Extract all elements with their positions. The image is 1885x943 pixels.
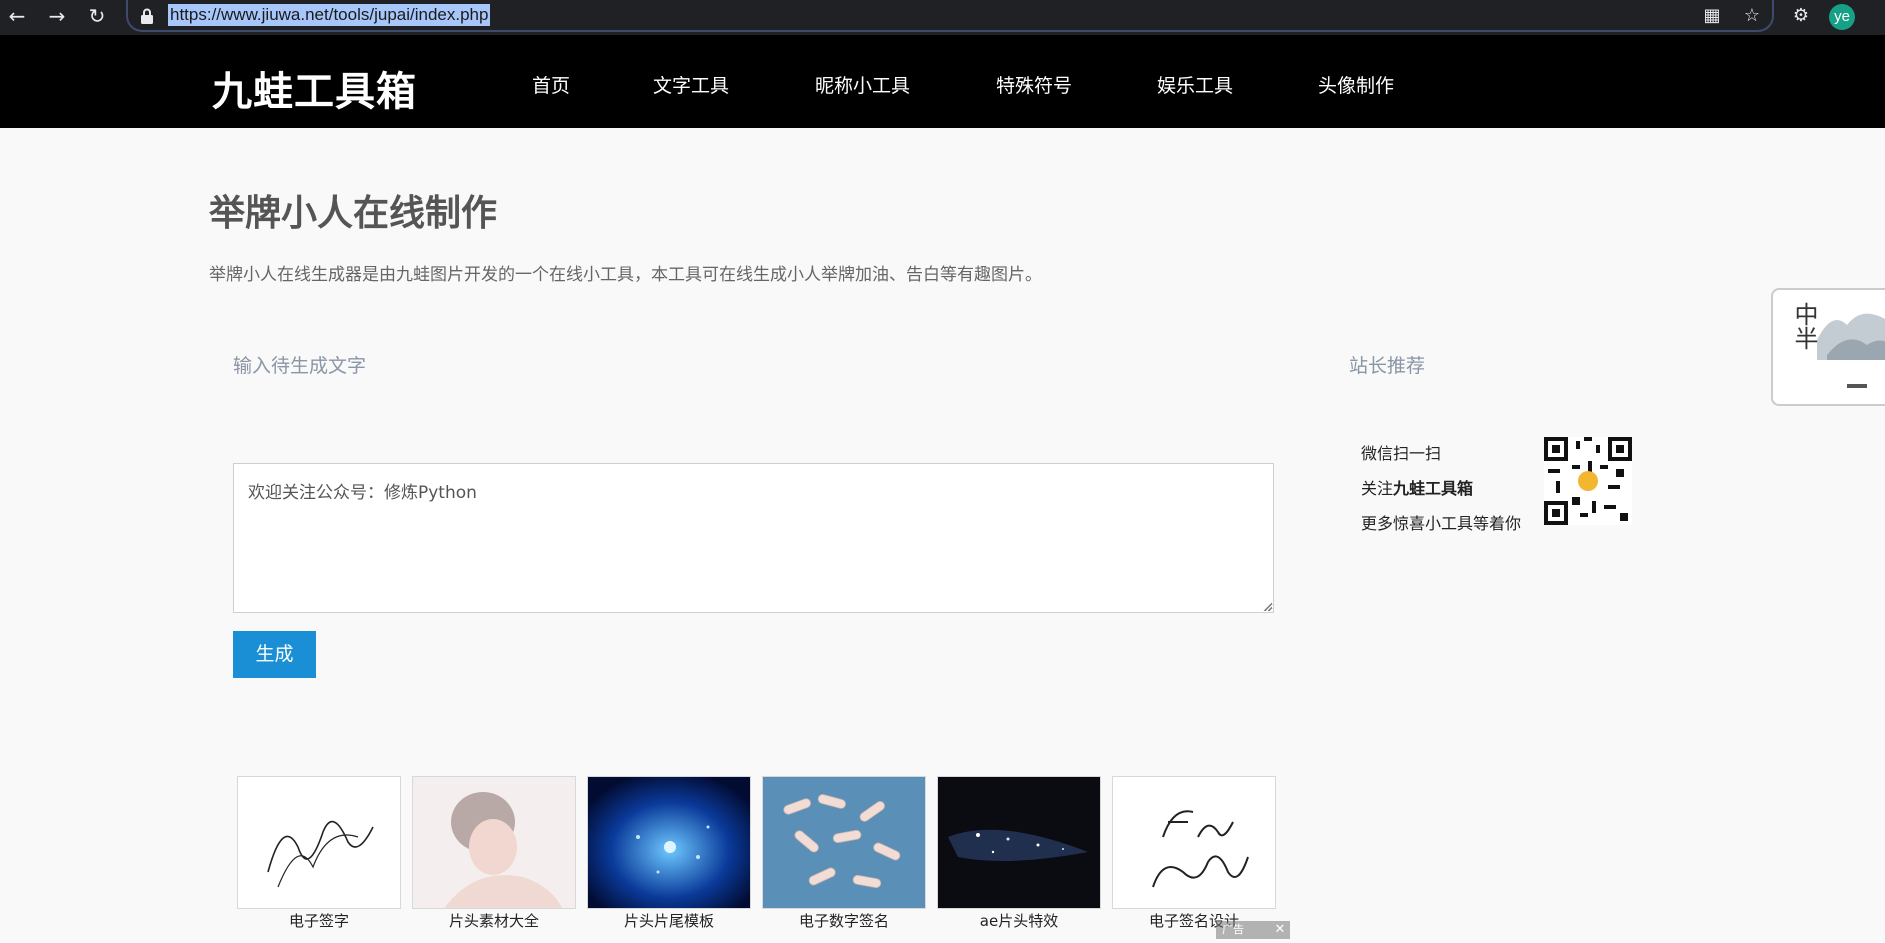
extensions-icon[interactable]: ⚙ <box>1790 5 1812 27</box>
address-bar[interactable]: https://www.jiuwa.net/tools/jupai/index.… <box>126 0 1774 32</box>
page-description: 举牌小人在线生成器是由九蛙图片开发的一个在线小工具，本工具可在线生成小人举牌加油… <box>209 265 1042 285</box>
thumb-signature-design[interactable] <box>1112 776 1276 909</box>
thumb-label-signature[interactable]: 电子签字 <box>237 910 401 932</box>
calligraphy-text: 中半 <box>1790 302 1818 350</box>
qr-line-3: 更多惊喜小工具等着你 <box>1361 514 1522 533</box>
generate-button[interactable]: 生成 <box>233 631 316 678</box>
portrait-image <box>413 777 575 908</box>
close-icon[interactable]: ✕ <box>1270 921 1290 939</box>
thumb-label-intro-material[interactable]: 片头素材大全 <box>412 910 576 932</box>
avatar[interactable]: ye <box>1829 4 1855 30</box>
qr-line-2-prefix: 关注 <box>1361 479 1394 498</box>
resize-grip-icon[interactable] <box>1262 601 1272 611</box>
reload-icon[interactable]: ↻ <box>84 3 110 29</box>
qr-code-image <box>1544 437 1632 525</box>
qr-promo-text: 微信扫一扫 关注九蛙工具箱 更多惊喜小工具等着你 <box>1361 436 1521 541</box>
site-logo[interactable]: 九蛙工具箱 <box>212 59 417 117</box>
browser-toolbar: ← → ↻ https://www.jiuwa.net/tools/jupai/… <box>0 0 1885 35</box>
free-spirit-calligraphy-image <box>1152 810 1249 888</box>
input-label: 输入待生成文字 <box>233 355 367 377</box>
nav-entertainment-tools[interactable]: 娱乐工具 <box>1157 71 1233 98</box>
nav-nickname-tools[interactable]: 昵称小工具 <box>815 71 910 98</box>
thumb-label-digital-signature[interactable]: 电子数字签名 <box>762 910 926 932</box>
qr-line-2-brand: 九蛙工具箱 <box>1393 479 1474 498</box>
grid-icon[interactable]: ▦ <box>1701 5 1723 27</box>
landscape-painting-image <box>1817 313 1885 388</box>
qr-line-2: 关注九蛙工具箱 <box>1361 471 1521 506</box>
signature-image <box>267 820 374 888</box>
thumb-digital-signature[interactable] <box>762 776 926 909</box>
thumb-ae-intro[interactable] <box>937 776 1101 909</box>
sparks-image <box>938 777 1100 908</box>
star-icon[interactable]: ☆ <box>1741 5 1763 27</box>
page-title: 举牌小人在线制作 <box>209 193 498 234</box>
text-input[interactable] <box>233 463 1274 613</box>
site-header: 九蛙工具箱 首页 文字工具 昵称小工具 特殊符号 娱乐工具 头像制作 <box>0 35 1885 128</box>
nav-home[interactable]: 首页 <box>532 71 570 98</box>
back-icon[interactable]: ← <box>4 3 30 29</box>
thumb-intro-material[interactable] <box>412 776 576 909</box>
sidebar-heading: 站长推荐 <box>1349 355 1426 377</box>
forward-icon[interactable]: → <box>44 3 70 29</box>
url-text[interactable]: https://www.jiuwa.net/tools/jupai/index.… <box>168 4 491 26</box>
thumb-label-intro-template[interactable]: 片头片尾模板 <box>587 910 751 932</box>
nav-avatar-maker[interactable]: 头像制作 <box>1318 71 1394 98</box>
nav-text-tools[interactable]: 文字工具 <box>653 71 729 98</box>
nav-special-symbols[interactable]: 特殊符号 <box>996 71 1072 98</box>
thumb-intro-template[interactable] <box>587 776 751 909</box>
lock-icon <box>141 8 153 24</box>
blue-particles-image <box>588 777 750 908</box>
floating-ad-widget[interactable]: 中半 <box>1771 288 1885 406</box>
qr-line-1: 微信扫一扫 <box>1361 444 1442 463</box>
capsules-image <box>763 777 925 908</box>
thumb-signature[interactable] <box>237 776 401 909</box>
thumb-label-ae-intro[interactable]: ae片头特效 <box>937 910 1101 932</box>
